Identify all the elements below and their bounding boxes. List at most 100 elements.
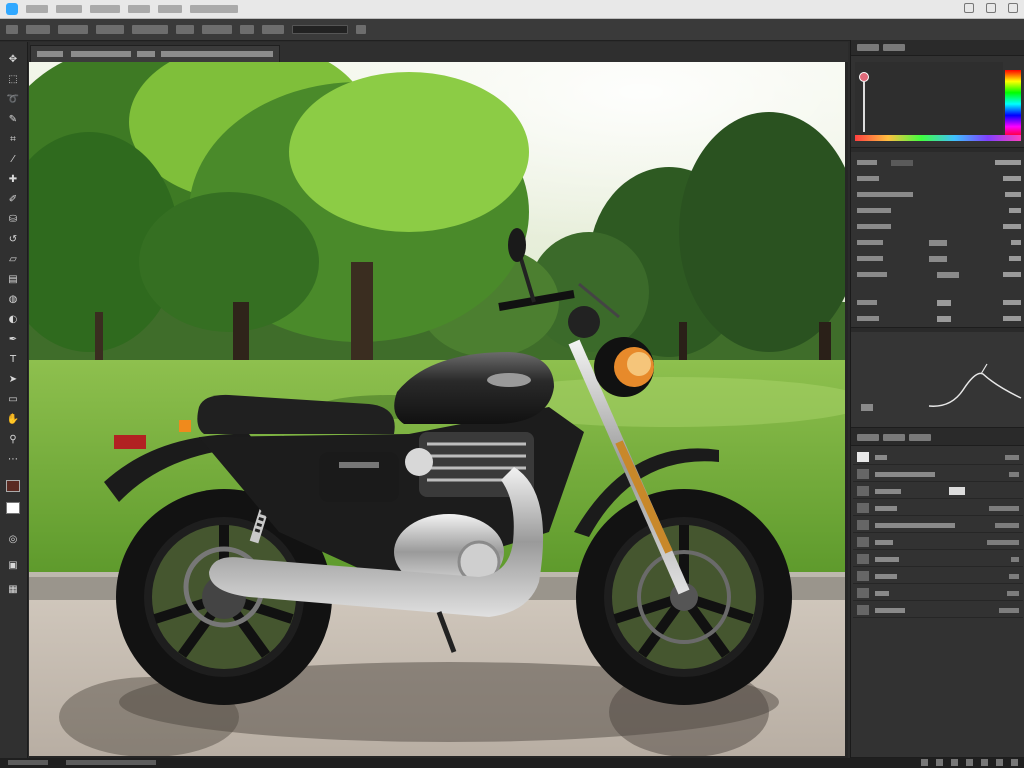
extra-tool-icon[interactable]: ▦ xyxy=(5,582,21,596)
property-row[interactable] xyxy=(857,174,1021,184)
property-row[interactable] xyxy=(857,190,1021,200)
crop-icon[interactable]: ⌗ xyxy=(5,132,21,146)
adjustment-icon[interactable] xyxy=(966,759,973,766)
pen-icon[interactable]: ✒ xyxy=(5,332,21,346)
layer-row[interactable] xyxy=(853,450,1023,465)
option-5[interactable] xyxy=(176,25,194,34)
option-9[interactable] xyxy=(356,25,366,34)
menu-item-filter[interactable] xyxy=(190,5,238,13)
color-marker[interactable] xyxy=(859,72,869,82)
tool-preset-icon[interactable] xyxy=(6,25,18,34)
layer-row[interactable] xyxy=(853,535,1023,550)
layer-thumbnail xyxy=(857,554,869,564)
option-3[interactable] xyxy=(96,25,124,34)
color-marker-line xyxy=(863,82,865,132)
color-picker-field[interactable] xyxy=(855,62,1003,138)
curves-graph[interactable] xyxy=(921,346,1024,416)
tab-paths[interactable] xyxy=(909,434,931,441)
layer-row[interactable] xyxy=(853,467,1023,482)
panels-dock xyxy=(850,40,1024,758)
brush-icon[interactable]: ✐ xyxy=(5,192,21,206)
menu-item-select[interactable] xyxy=(158,5,182,13)
hand-icon[interactable]: ✋ xyxy=(5,412,21,426)
background-color[interactable] xyxy=(6,502,20,514)
edit-toolbar-icon[interactable]: ⋯ xyxy=(5,452,21,466)
zoom-level[interactable] xyxy=(8,760,48,765)
menu-item-edit[interactable] xyxy=(56,5,82,13)
dodge-icon[interactable]: ◐ xyxy=(5,312,21,326)
maximize-button[interactable] xyxy=(986,3,996,13)
minimize-button[interactable] xyxy=(964,3,974,13)
layer-row[interactable] xyxy=(853,603,1023,618)
property-row[interactable] xyxy=(857,298,1021,308)
quick-select-icon[interactable]: ✎ xyxy=(5,112,21,126)
tab-color[interactable] xyxy=(857,44,879,51)
tab-layers[interactable] xyxy=(857,434,879,441)
layer-thumbnail xyxy=(857,486,869,496)
blur-icon[interactable]: ◍ xyxy=(5,292,21,306)
option-7[interactable] xyxy=(240,25,254,34)
option-6[interactable] xyxy=(202,25,232,34)
marquee-icon[interactable]: ⬚ xyxy=(5,72,21,86)
options-bar xyxy=(0,19,1024,41)
screen-mode-icon[interactable]: ▣ xyxy=(5,558,21,572)
layer-row[interactable] xyxy=(853,518,1023,533)
layer-row[interactable] xyxy=(853,586,1023,601)
new-layer-icon[interactable] xyxy=(996,759,1003,766)
tab-swatches[interactable] xyxy=(883,44,905,51)
layer-thumbnail xyxy=(857,452,869,462)
tab-channels[interactable] xyxy=(883,434,905,441)
property-row[interactable] xyxy=(857,270,1021,280)
gradient-icon[interactable]: ▤ xyxy=(5,272,21,286)
property-row[interactable] xyxy=(857,206,1021,216)
option-8[interactable] xyxy=(262,25,284,34)
option-field[interactable] xyxy=(292,25,348,34)
quick-mask-icon[interactable]: ◎ xyxy=(5,532,21,546)
property-row[interactable] xyxy=(857,158,1021,168)
layer-row[interactable] xyxy=(853,569,1023,584)
lasso-icon[interactable]: ➰ xyxy=(5,92,21,106)
menu-item-file[interactable] xyxy=(26,5,48,13)
option-1[interactable] xyxy=(26,25,50,34)
title-bar xyxy=(0,0,1024,19)
healing-icon[interactable]: ✚ xyxy=(5,172,21,186)
move-icon[interactable]: ✥ xyxy=(5,52,21,66)
option-4[interactable] xyxy=(132,25,168,34)
foreground-color[interactable] xyxy=(6,480,20,492)
hue-slider[interactable] xyxy=(1005,70,1021,138)
type-icon[interactable]: T xyxy=(5,352,21,366)
mask-icon[interactable] xyxy=(951,759,958,766)
layer-thumbnail xyxy=(857,520,869,530)
property-row[interactable] xyxy=(857,222,1021,232)
fx-icon[interactable] xyxy=(936,759,943,766)
document-image[interactable] xyxy=(29,62,845,756)
trash-icon[interactable] xyxy=(1011,759,1018,766)
document-info xyxy=(66,760,156,765)
spectrum-bar[interactable] xyxy=(855,135,1021,141)
eraser-icon[interactable]: ▱ xyxy=(5,252,21,266)
document-tab[interactable] xyxy=(30,45,280,62)
color-panel-tabs xyxy=(851,40,1024,56)
layer-row[interactable] xyxy=(853,501,1023,516)
shape-icon[interactable]: ▭ xyxy=(5,392,21,406)
menu-bar xyxy=(6,3,238,15)
close-button[interactable] xyxy=(1008,3,1018,13)
window-controls xyxy=(964,3,1018,13)
layer-row[interactable] xyxy=(853,552,1023,567)
link-icon[interactable] xyxy=(921,759,928,766)
history-brush-icon[interactable]: ↺ xyxy=(5,232,21,246)
property-row[interactable] xyxy=(857,254,1021,264)
option-2[interactable] xyxy=(58,25,88,34)
eyedropper-icon[interactable]: ⁄ xyxy=(5,152,21,166)
menu-item-layer[interactable] xyxy=(128,5,150,13)
group-icon[interactable] xyxy=(981,759,988,766)
layer-row[interactable] xyxy=(853,484,1023,499)
canvas-area[interactable] xyxy=(29,62,848,758)
path-select-icon[interactable]: ➤ xyxy=(5,372,21,386)
clone-stamp-icon[interactable]: ⛁ xyxy=(5,212,21,226)
zoom-icon[interactable]: ⚲ xyxy=(5,432,21,446)
property-row[interactable] xyxy=(857,238,1021,248)
menu-item-image[interactable] xyxy=(90,5,120,13)
layer-thumbnail xyxy=(857,571,869,581)
property-row[interactable] xyxy=(857,314,1021,324)
